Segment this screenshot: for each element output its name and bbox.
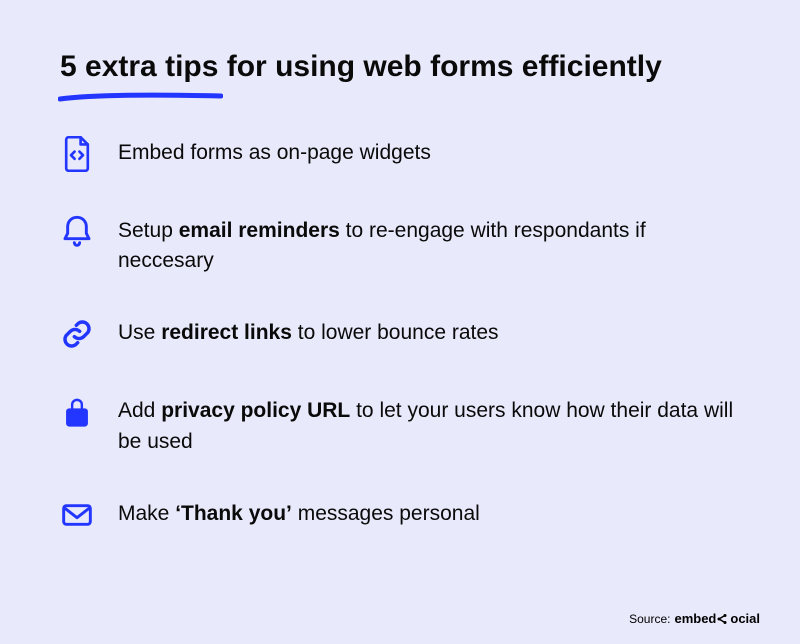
share-icon bbox=[716, 613, 730, 625]
tip-item: Use redirect links to lower bounce rates bbox=[60, 314, 740, 354]
brand-name: embed ocial bbox=[674, 611, 760, 626]
brand-pre: embed bbox=[674, 611, 716, 626]
brand-post: ocial bbox=[730, 611, 760, 626]
source-label: Source: bbox=[629, 612, 670, 626]
bell-icon bbox=[60, 212, 94, 252]
tip-text: Add privacy policy URL to let your users… bbox=[118, 392, 740, 457]
title-underline bbox=[58, 92, 223, 98]
lock-icon bbox=[60, 392, 94, 432]
tip-item: Make ‘Thank you’ messages personal bbox=[60, 495, 740, 535]
tip-item: Embed forms as on-page widgets bbox=[60, 134, 740, 174]
tip-item: Setup email reminders to re-engage with … bbox=[60, 212, 740, 277]
tip-text: Make ‘Thank you’ messages personal bbox=[118, 495, 480, 529]
tip-text: Embed forms as on-page widgets bbox=[118, 134, 431, 168]
title-text: 5 extra tips for using web forms efficie… bbox=[60, 50, 662, 83]
file-code-icon bbox=[60, 134, 94, 174]
tip-item: Add privacy policy URL to let your users… bbox=[60, 392, 740, 457]
link-icon bbox=[60, 314, 94, 354]
tip-list: Embed forms as on-page widgets Setup ema… bbox=[60, 134, 740, 536]
tip-text: Use redirect links to lower bounce rates bbox=[118, 314, 499, 348]
envelope-icon bbox=[60, 495, 94, 535]
page-title: 5 extra tips for using web forms efficie… bbox=[60, 48, 662, 86]
tip-text: Setup email reminders to re-engage with … bbox=[118, 212, 740, 277]
source-credit: Source: embed ocial bbox=[629, 611, 760, 626]
